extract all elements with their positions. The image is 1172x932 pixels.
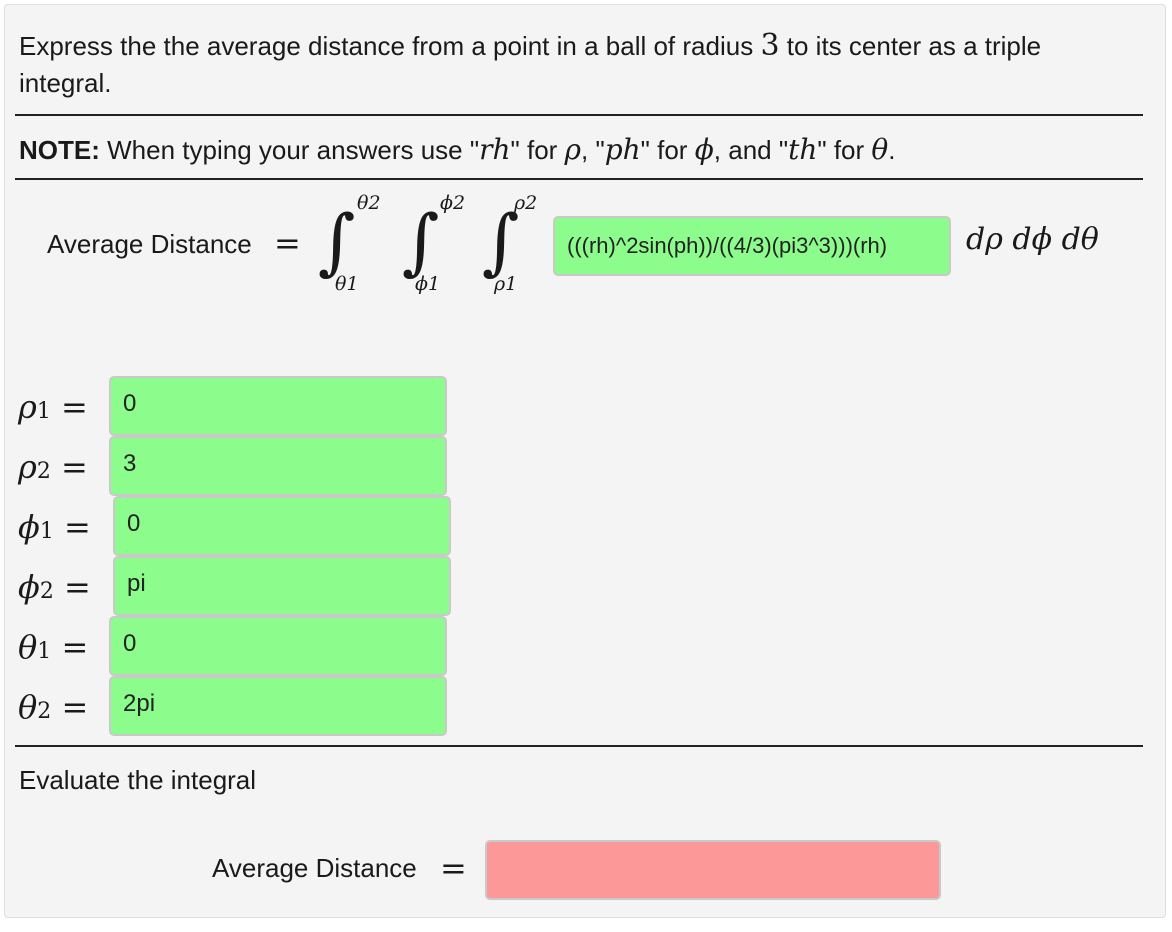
rho1-input[interactable]: 0 [109, 376, 447, 436]
integrand-input[interactable]: (((rh)^2sin(ph))/((4/3)(pi3^3)))(rh) [553, 216, 951, 276]
note-rho: ρ [564, 133, 582, 166]
note-text: " for [817, 135, 865, 165]
rho1-label: ρ1 = [18, 388, 88, 426]
integral-equals: = [274, 224, 301, 262]
divider [15, 178, 1143, 180]
theta2-label: θ2 = [18, 688, 89, 726]
rho2-label: ρ2 = [18, 448, 88, 486]
question-line-2: integral. [19, 68, 112, 98]
question-text-end: to its center as a triple [786, 31, 1042, 61]
theta2-input[interactable]: 2pi [109, 676, 447, 736]
integral-sign-theta: ∫ [318, 199, 356, 283]
question-line-1: Express the the average distance from a … [19, 28, 1041, 64]
note-th: th [788, 133, 818, 166]
divider [15, 114, 1143, 116]
evaluate-equals: = [440, 849, 467, 887]
rho2-input[interactable]: 3 [109, 436, 447, 496]
note-text: " for [510, 135, 558, 165]
differentials: dρ dϕ dθ [966, 222, 1099, 257]
lower-limit-rho: ρ1 [494, 273, 518, 295]
lower-limit-phi: ϕ1 [415, 273, 441, 295]
evaluate-label: Average Distance [212, 853, 417, 883]
divider [15, 745, 1143, 747]
phi1-label: ϕ1 = [18, 508, 91, 546]
average-distance-input[interactable] [485, 840, 941, 900]
upper-limit-phi: ϕ2 [440, 192, 466, 214]
note-text: " for [640, 135, 688, 165]
phi2-input[interactable]: pi [113, 556, 451, 616]
phi2-label: ϕ2 = [18, 568, 91, 606]
upper-limit-rho: ρ2 [514, 192, 538, 214]
integral-sign-phi: ∫ [402, 199, 440, 283]
note-rh: rh [479, 133, 511, 166]
phi1-input[interactable]: 0 [113, 496, 451, 556]
note-text: , " [581, 135, 605, 165]
note-text: . [888, 135, 896, 165]
upper-limit-theta: θ2 [357, 192, 381, 214]
note-text: When typing your answers use " [107, 135, 480, 165]
theta1-input[interactable]: 0 [109, 616, 447, 676]
evaluate-heading: Evaluate the integral [19, 765, 257, 795]
note-theta: θ [871, 133, 889, 166]
radius-value: 3 [760, 28, 780, 63]
theta1-label: θ1 = [18, 628, 89, 666]
note-label: NOTE: [19, 135, 100, 165]
lower-limit-theta: θ1 [335, 273, 359, 295]
integral-sign-rho: ∫ [482, 199, 520, 283]
integral-label: Average Distance [47, 229, 252, 259]
note-phi: ϕ [694, 133, 714, 166]
note-ph: ph [604, 133, 641, 166]
note-line: NOTE: When typing your answers use "rh" … [19, 133, 896, 167]
question-text: Express the the average distance from a … [19, 31, 754, 61]
note-text: , and " [713, 135, 789, 165]
